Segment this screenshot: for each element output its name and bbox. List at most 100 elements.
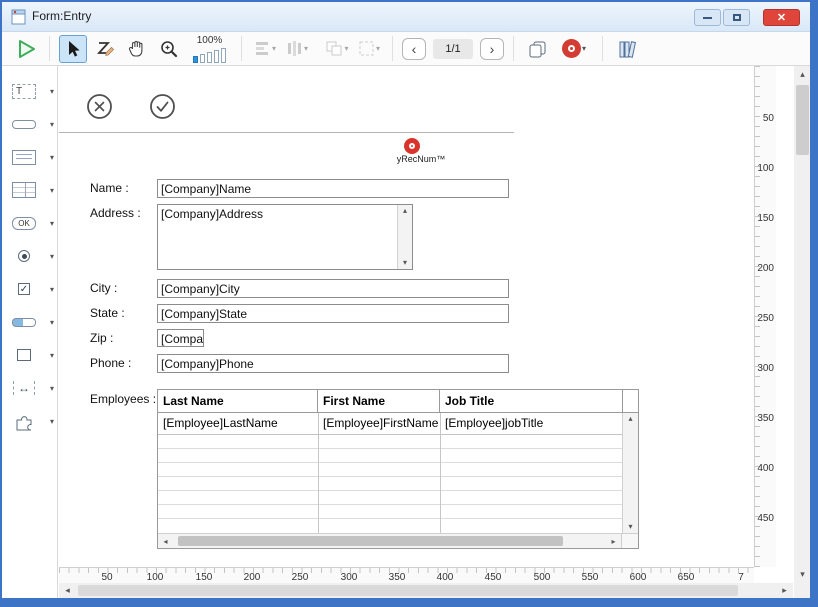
sidebar-tool-indicator[interactable]: ▾ [7, 309, 54, 335]
recnum-variable-label[interactable]: yRecNum™ [389, 154, 453, 164]
insert-4d-object-button[interactable]: ▾ [555, 35, 593, 63]
table-row[interactable]: [Employee]LastName [Employee]FirstName [… [158, 413, 623, 435]
field-input-address[interactable]: [Company]Address ▴ ▾ [157, 204, 413, 270]
chevron-down-icon[interactable]: ▾ [50, 87, 54, 96]
radio-button-tool-icon [7, 245, 41, 267]
sidebar-tool-text-area[interactable]: ▾ [7, 144, 54, 170]
accept-button-object[interactable] [149, 93, 176, 120]
form-pages-button[interactable] [523, 35, 551, 63]
object-library-button[interactable] [612, 35, 646, 63]
employees-list-box[interactable]: Last Name First Name Job Title [Employee… [157, 389, 639, 549]
sidebar-tool-splitter[interactable]: ↔ ▾ [7, 375, 54, 401]
select-tool-button[interactable] [59, 35, 87, 63]
chevron-down-icon[interactable]: ▾ [50, 120, 54, 129]
employees-horizontal-scrollbar[interactable]: ◂ ▸ [158, 533, 638, 548]
close-button[interactable]: ✕ [763, 9, 800, 26]
sidebar-tool-radio[interactable]: ▾ [7, 243, 54, 269]
scroll-thumb[interactable] [178, 536, 563, 546]
column-header-job-title[interactable]: Job Title [440, 390, 623, 412]
field-input-state[interactable]: [Company]State [157, 304, 509, 323]
scroll-up-icon[interactable]: ▴ [398, 205, 412, 217]
scroll-up-icon[interactable]: ▴ [623, 413, 638, 425]
scroll-left-icon[interactable]: ◂ [59, 585, 76, 596]
run-form-button[interactable] [12, 35, 40, 63]
chevron-down-icon[interactable]: ▾ [304, 44, 308, 53]
maximize-button[interactable] [723, 9, 750, 26]
distribute-objects-button[interactable]: ▾ [283, 35, 311, 63]
scroll-down-icon[interactable]: ▾ [794, 566, 810, 583]
scroll-down-icon[interactable]: ▾ [623, 521, 638, 533]
field-input-phone[interactable]: [Company]Phone [157, 354, 509, 373]
chevron-down-icon[interactable]: ▾ [50, 219, 54, 228]
ruler-label: 150 [190, 572, 218, 583]
chevron-down-icon[interactable]: ▾ [582, 44, 586, 53]
field-label-city[interactable]: City : [90, 281, 117, 295]
field-input-name[interactable]: [Company]Name [157, 179, 509, 198]
chevron-down-icon[interactable]: ▾ [50, 417, 54, 426]
window-horizontal-scrollbar[interactable]: ◂ ▸ [59, 583, 793, 598]
sidebar-tool-checkbox[interactable]: ✓ ▾ [7, 276, 54, 302]
scroll-right-icon[interactable]: ▸ [776, 585, 793, 596]
minimize-button[interactable] [694, 9, 721, 26]
chevron-down-icon[interactable]: ▾ [50, 252, 54, 261]
field-label-state[interactable]: State : [90, 306, 125, 320]
sidebar-tool-list-box[interactable]: ▾ [7, 177, 54, 203]
entry-order-tool-button[interactable] [91, 35, 119, 63]
scroll-right-icon[interactable]: ▸ [606, 537, 621, 546]
chevron-down-icon[interactable]: ▾ [50, 351, 54, 360]
previous-page-button[interactable]: ‹ [402, 38, 426, 60]
chevron-down-icon[interactable]: ▾ [50, 318, 54, 327]
field-label-address[interactable]: Address : [90, 206, 141, 220]
chevron-down-icon[interactable]: ▾ [50, 285, 54, 294]
sidebar-tool-text[interactable]: T ▾ [7, 78, 54, 104]
zoom-steps-icon[interactable] [193, 47, 226, 63]
hand-tool-button[interactable] [123, 35, 151, 63]
magnetic-grid-button[interactable]: ▾ [355, 35, 383, 63]
chevron-down-icon[interactable]: ▾ [272, 44, 276, 53]
field-label-phone[interactable]: Phone : [90, 356, 131, 370]
column-header-last-name[interactable]: Last Name [158, 390, 318, 412]
scroll-track[interactable] [76, 583, 776, 598]
plugin-tool-icon [7, 410, 41, 432]
window-vertical-scrollbar[interactable]: ▴ ▾ [794, 66, 810, 583]
employees-label[interactable]: Employees : [90, 392, 156, 406]
scroll-up-icon[interactable]: ▴ [794, 66, 810, 83]
chevron-down-icon[interactable]: ▾ [50, 153, 54, 162]
sidebar-tool-rectangle[interactable]: ▾ [7, 342, 54, 368]
align-objects-button[interactable]: ▾ [251, 35, 279, 63]
field-label-name[interactable]: Name : [90, 181, 129, 195]
employees-vertical-scrollbar[interactable]: ▴ ▾ [622, 413, 638, 533]
scroll-left-icon[interactable]: ◂ [158, 537, 173, 546]
page-indicator[interactable]: 1/1 [433, 39, 473, 59]
zoom-tool-button[interactable] [155, 35, 183, 63]
sidebar-tool-input[interactable]: ▾ [7, 111, 54, 137]
sidebar-tool-button[interactable]: OK ▾ [7, 210, 54, 236]
field-label-zip[interactable]: Zip : [90, 331, 113, 345]
title-bar[interactable]: Form:Entry ✕ [2, 2, 810, 32]
scroll-thumb[interactable] [796, 85, 809, 155]
chevron-down-icon[interactable]: ▾ [50, 384, 54, 393]
address-scrollbar[interactable]: ▴ ▾ [397, 205, 412, 269]
separator-line-object[interactable] [59, 132, 514, 133]
chevron-down-icon[interactable]: ▾ [376, 44, 380, 53]
next-page-button[interactable]: › [480, 38, 504, 60]
chevron-down-icon[interactable]: ▾ [344, 44, 348, 53]
scrollbar-corner [621, 534, 638, 548]
scroll-track[interactable] [173, 534, 606, 548]
scroll-down-icon[interactable]: ▾ [398, 257, 412, 269]
zoom-level-label: 100% [197, 35, 223, 46]
chevron-down-icon[interactable]: ▾ [50, 186, 54, 195]
form-canvas[interactable]: yRecNum™ Name : [Company]Name Address : … [59, 66, 754, 567]
recnum-variable-icon[interactable] [404, 138, 420, 154]
group-objects-button[interactable]: ▾ [323, 35, 351, 63]
sidebar-tool-plugin[interactable]: ▾ [7, 408, 54, 434]
field-input-city[interactable]: [Company]City [157, 279, 509, 298]
object-tool-sidebar: T ▾ ▾ ▾ ▾ OK ▾ ▾ [2, 66, 58, 598]
scroll-thumb[interactable] [78, 585, 738, 596]
ruler-label: 350 [383, 572, 411, 583]
field-input-zip[interactable]: [Compa [157, 329, 204, 347]
zoom-level-widget[interactable]: 100% [193, 35, 226, 63]
cancel-button-object[interactable] [86, 93, 113, 120]
ruler-label: 300 [757, 363, 774, 374]
column-header-first-name[interactable]: First Name [318, 390, 440, 412]
